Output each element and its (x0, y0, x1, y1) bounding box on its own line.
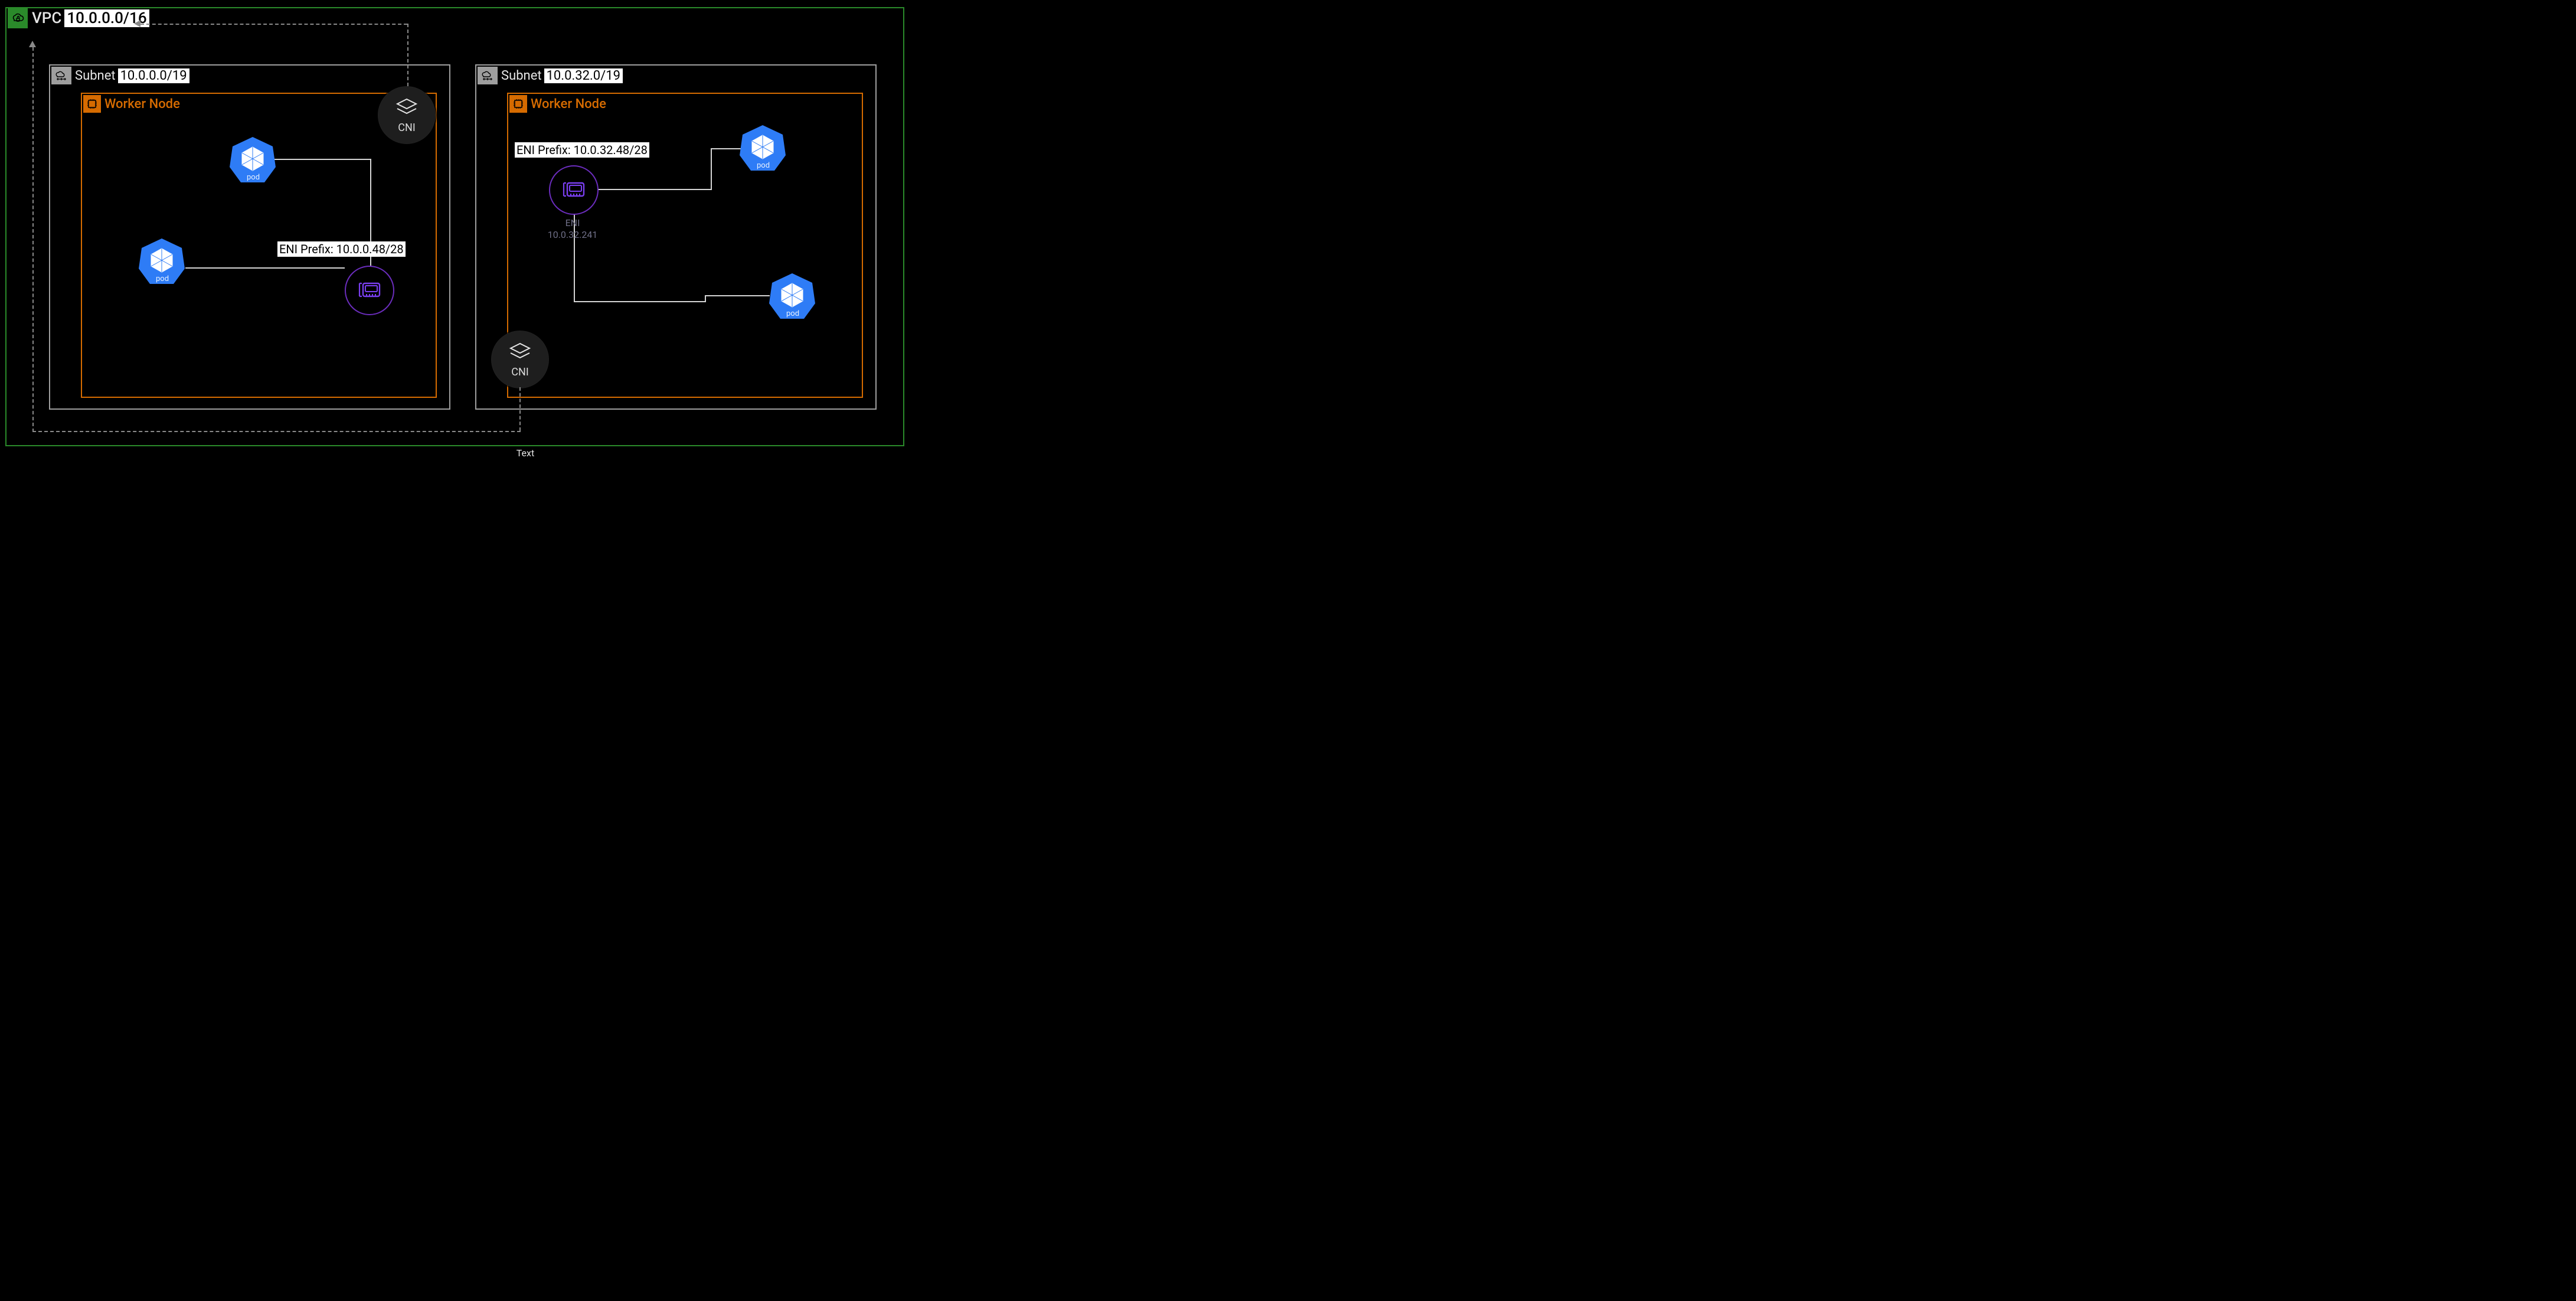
connector (597, 189, 711, 190)
pod-4-label: pod (786, 309, 799, 318)
dashed-route (32, 431, 521, 432)
connector (711, 148, 712, 190)
footer-text: Text (514, 447, 537, 459)
eni-1-prefix: ENI Prefix: 10.0.0.48/28 (277, 241, 406, 257)
diagram-canvas: VPC 10.0.0.0/16 Subnet 10.0.0.0/19 Worke… (0, 0, 914, 462)
subnet-2-title: Subnet (501, 68, 542, 83)
worker-2-label: Worker Node (509, 95, 606, 113)
dashed-route (140, 24, 407, 25)
dashed-route (519, 387, 521, 431)
eni-2-prefix-key: ENI Prefix: (516, 143, 571, 157)
cloud-lock-icon (8, 8, 28, 28)
eni-2-prefix: ENI Prefix: 10.0.32.48/28 (515, 142, 649, 158)
layers-icon (507, 341, 533, 364)
eni-2-sublabel: ENI 10.0.32.241 (546, 217, 599, 241)
layers-icon (394, 97, 420, 119)
subnet-1-cidr: 10.0.0.0/19 (118, 68, 189, 83)
subnet-1-title: Subnet (75, 68, 116, 83)
vpc-title: VPC (32, 9, 61, 27)
connector (185, 267, 345, 269)
pod-2-label: pod (156, 274, 169, 283)
connector (574, 301, 705, 302)
eni-2-prefix-val: 10.0.32.48/28 (574, 143, 648, 157)
cni-1-node: CNI (378, 86, 436, 144)
vpc-label: VPC 10.0.0.0/16 (8, 8, 149, 28)
connector (705, 295, 770, 296)
arrow-icon (29, 41, 36, 47)
eni-1-prefix-val: 10.0.0.48/28 (336, 242, 404, 256)
subnet-2-cidr: 10.0.32.0/19 (544, 68, 623, 83)
cloud-net-icon (51, 67, 71, 84)
chip-icon (83, 95, 101, 113)
eni-2-ip: 10.0.32.241 (546, 229, 599, 241)
eni-2-name: ENI (546, 217, 599, 229)
pod-3-label: pod (757, 161, 770, 170)
subnet-2-label: Subnet 10.0.32.0/19 (478, 67, 623, 84)
eni-1-prefix-key: ENI Prefix: (279, 242, 334, 256)
eni-2-node (549, 165, 599, 215)
worker-2-title: Worker Node (531, 97, 606, 112)
chip-icon (509, 95, 527, 113)
worker-1-title: Worker Node (104, 97, 180, 112)
dashed-route (407, 24, 408, 86)
subnet-1-label: Subnet 10.0.0.0/19 (51, 67, 189, 84)
cni-2-node: CNI (491, 331, 549, 388)
cni-2-label: CNI (511, 366, 528, 378)
eni-1-node (345, 266, 394, 315)
arrow-icon (134, 20, 140, 27)
dashed-route (32, 47, 34, 432)
connector (272, 159, 371, 160)
worker-2-container (507, 93, 863, 398)
cloud-net-icon (478, 67, 498, 84)
pod-1-label: pod (247, 173, 260, 182)
worker-1-label: Worker Node (83, 95, 180, 113)
cni-1-label: CNI (398, 122, 415, 134)
